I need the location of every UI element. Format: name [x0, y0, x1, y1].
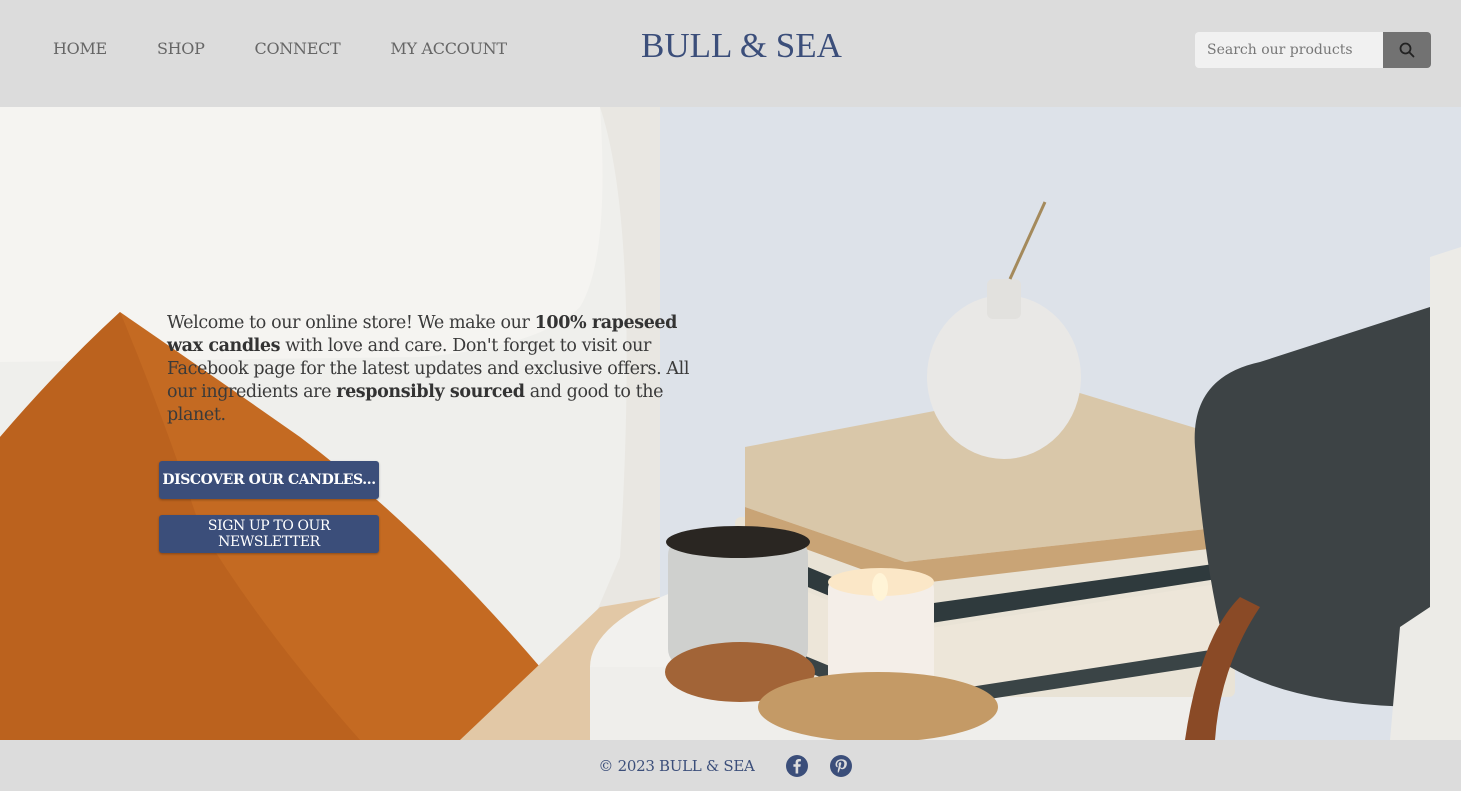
site-footer: © 2023 BULL & SEA [0, 740, 1461, 791]
search-input[interactable] [1195, 32, 1383, 68]
facebook-icon[interactable] [785, 754, 809, 778]
newsletter-signup-button[interactable]: SIGN UP TO OUR NEWSLETTER [159, 515, 379, 553]
highlight-sourced: responsibly sourced [336, 382, 525, 402]
search-bar [1195, 32, 1431, 68]
discover-candles-button[interactable]: DISCOVER OUR CANDLES... [159, 461, 379, 499]
pinterest-icon[interactable] [829, 754, 853, 778]
main-nav: HOME SHOP CONNECT MY ACCOUNT [53, 39, 557, 58]
search-icon [1399, 42, 1415, 58]
brand-logo[interactable]: BULL & SEA [641, 26, 842, 66]
nav-home[interactable]: HOME [53, 39, 107, 58]
welcome-text: Welcome to our online store! We make our… [167, 313, 690, 425]
nav-connect[interactable]: CONNECT [255, 39, 341, 58]
nav-shop[interactable]: SHOP [157, 39, 205, 58]
copyright-text: © 2023 BULL & SEA [598, 756, 755, 775]
nav-my-account[interactable]: MY ACCOUNT [390, 39, 507, 58]
search-button[interactable] [1383, 32, 1431, 68]
hero-section: Welcome to our online store! We make our… [0, 107, 1461, 740]
site-header: HOME SHOP CONNECT MY ACCOUNT BULL & SEA [0, 0, 1461, 107]
